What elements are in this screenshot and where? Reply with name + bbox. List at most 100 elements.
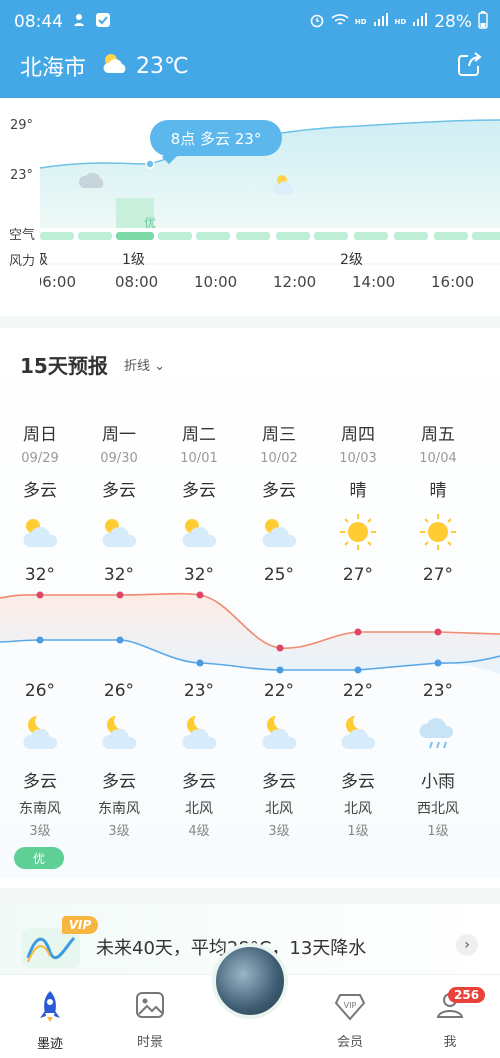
bottom-navigation: 墨迹 时景 VIP 会员 我 256 [0, 943, 500, 1058]
notification-icon [71, 12, 87, 33]
night-condition: 多云 [102, 772, 136, 792]
high-temp: 27° [422, 565, 454, 585]
wind-level: 3级 [268, 824, 290, 839]
wifi-icon [331, 12, 349, 32]
check-icon [95, 12, 111, 33]
day-date: 10/01 [180, 451, 218, 466]
nav-label: 我 [443, 1035, 457, 1050]
night-condition: 多云 [23, 772, 57, 792]
nav-item-vip[interactable]: VIP 会员 [310, 989, 390, 1050]
air-row-label: 空气 [9, 228, 36, 243]
high-temp: 32° [103, 565, 135, 585]
wind-level: 3级 [29, 824, 51, 839]
nav-item-shijing[interactable]: 时景 [110, 989, 190, 1050]
signal-icon-1 [373, 12, 389, 32]
photo-icon [110, 989, 190, 1025]
wind-level: 3级 [108, 824, 130, 839]
high-temp: 32° [183, 565, 215, 585]
weather-globe-button[interactable] [212, 943, 288, 1019]
partly-cloudy-icon [100, 51, 130, 81]
low-temp: 23° [183, 681, 215, 701]
low-temp: 22° [263, 681, 295, 701]
chart-mode-toggle[interactable]: 折线 ⌄ [124, 355, 165, 374]
chevron-right-icon[interactable]: › [456, 934, 478, 956]
day-condition: 多云 [102, 481, 136, 501]
partly-cloudy-night-icon [159, 712, 239, 752]
wind-level: 1级 [122, 252, 145, 268]
day-condition: 多云 [262, 481, 296, 501]
hour-time: 10:00 [194, 273, 238, 291]
day-date: 09/29 [21, 451, 59, 466]
day-column[interactable]: 周一 09/30 多云 32° [79, 420, 159, 585]
wind-level: 2级 [340, 252, 363, 268]
hour-time: 16:00 [431, 273, 475, 291]
divider [0, 888, 500, 904]
partly-cloudy-day-icon [79, 509, 159, 555]
nav-item-moji[interactable]: 墨迹 [10, 989, 90, 1052]
day-date: 10/03 [339, 451, 377, 466]
sun-icon [398, 509, 478, 555]
hourly-tooltip: 8点 多云 23° [150, 120, 282, 156]
day-date: 10/02 [260, 451, 298, 466]
day-column[interactable]: 周四 10/03 晴 27° [318, 420, 398, 585]
alarm-icon [309, 12, 325, 33]
app-header: 08:44 HD HD 28% 北海市 23℃ [0, 0, 500, 98]
low-temp: 22° [342, 681, 374, 701]
low-temp: 23° [422, 681, 454, 701]
vip-diamond-icon: VIP [310, 989, 390, 1025]
y-label-low: 23° [10, 168, 34, 183]
battery-text: 28% [434, 12, 472, 32]
wind-direction: 北风 [265, 801, 293, 817]
hourly-forecast[interactable]: 29° 23° 空气 风力 8点 多云 23° 优 级 1级 2级 06:00 … [0, 98, 500, 316]
day-name: 周四 [341, 425, 375, 445]
svg-text:VIP: VIP [344, 1001, 357, 1010]
partly-cloudy-night-icon [0, 712, 80, 752]
day-date: 09/30 [100, 451, 138, 466]
hd-label-1: HD [354, 18, 367, 26]
day-name: 周二 [182, 425, 216, 445]
day-column[interactable]: 周五 10/04 晴 27° [398, 420, 478, 585]
night-condition: 多云 [262, 772, 296, 792]
battery-icon [478, 10, 488, 34]
light-rain-icon [398, 712, 478, 752]
signal-icon-2 [412, 12, 428, 32]
wind-direction: 北风 [185, 801, 213, 817]
partly-cloudy-day-icon [239, 509, 319, 555]
share-icon[interactable] [456, 52, 482, 82]
day-date: 10/04 [419, 451, 457, 466]
night-condition: 小雨 [421, 772, 455, 792]
night-condition: 多云 [341, 772, 375, 792]
y-label-high: 29° [10, 118, 34, 133]
aqi-badge: 优 [14, 847, 64, 869]
low-temp: 26° [103, 681, 135, 701]
city-name[interactable]: 北海市 [20, 50, 86, 82]
wind-row-label: 风力 [9, 254, 36, 269]
night-condition: 多云 [182, 772, 216, 792]
day-name: 周日 [23, 425, 57, 445]
low-temp: 26° [24, 681, 56, 701]
nav-label: 会员 [336, 1035, 363, 1050]
day-name: 周三 [262, 425, 296, 445]
wind-direction: 北风 [344, 801, 372, 817]
hour-time: 14:00 [352, 273, 396, 291]
day-condition: 晴 [349, 481, 367, 501]
notification-badge: 256 [448, 987, 486, 1003]
partly-cloudy-night-icon [79, 712, 159, 752]
status-bar: 08:44 HD HD 28% [14, 8, 488, 36]
wind-direction: 东南风 [19, 801, 61, 817]
hour-time: 06:00 [40, 273, 76, 291]
vip-badge: VIP [62, 916, 98, 934]
day-column[interactable]: 周三 10/02 多云 25° [239, 420, 319, 585]
forecast-15-day: 15天预报 折线 ⌄ 周日 09/29 多云 32° 周一 09/30 多云 3… [0, 328, 500, 878]
chevron-down-icon: ⌄ [154, 359, 166, 374]
partly-cloudy-day-icon [0, 509, 80, 555]
chart-mode-label: 折线 [124, 359, 151, 374]
status-time: 08:44 [14, 12, 63, 32]
day-column[interactable]: 周日 09/29 多云 32° [0, 420, 80, 585]
day-column[interactable]: 周二 10/01 多云 32° [159, 420, 239, 585]
wind-direction: 西北风 [417, 801, 459, 817]
current-temp: 23℃ [136, 53, 189, 79]
partly-cloudy-day-icon [159, 509, 239, 555]
divider [0, 316, 500, 328]
high-temp: 32° [24, 565, 56, 585]
